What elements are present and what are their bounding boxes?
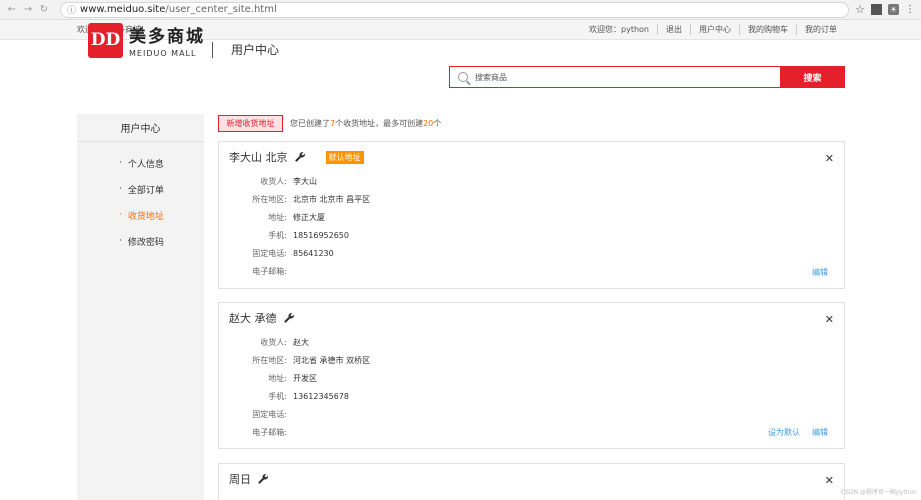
mobile-value: 18516952650 bbox=[293, 230, 349, 240]
search-icon bbox=[458, 72, 468, 82]
address-value: 修正大厦 bbox=[293, 212, 325, 222]
close-icon[interactable]: ✕ bbox=[825, 152, 834, 165]
region-value: 北京市 北京市 昌平区 bbox=[293, 194, 371, 204]
region-value: 河北省 承德市 双桥区 bbox=[293, 355, 371, 365]
sidebar-item-profile[interactable]: · 个人信息 bbox=[77, 150, 204, 176]
address-card: 李大山 北京 默认地址 ✕ 收货人: 李大山 所在地区: 北京市 北京市 昌平区 地… bbox=[218, 141, 845, 289]
address-bar[interactable]: ⓘ www.meiduo.site/user_center_site.html bbox=[60, 1, 850, 18]
sidebar-item-orders[interactable]: · 全部订单 bbox=[77, 176, 204, 202]
url-host: www.meiduo.site bbox=[80, 4, 166, 15]
search-button[interactable]: 搜索 bbox=[780, 66, 845, 88]
sidebar-item-label: 全部订单 bbox=[127, 185, 164, 196]
wrench-icon[interactable] bbox=[257, 473, 269, 485]
logo-english-name: MEIDUO MALL bbox=[129, 49, 197, 58]
address-title: 李大山 北京 bbox=[229, 151, 288, 164]
logo-mark: DD bbox=[88, 22, 123, 58]
info-icon[interactable]: ⓘ bbox=[67, 3, 76, 16]
bookmark-star-icon[interactable]: ☆ bbox=[855, 3, 865, 16]
extension-icon[interactable]: ☀ bbox=[888, 4, 899, 15]
address-max: 20 bbox=[423, 119, 434, 128]
search-box bbox=[449, 66, 781, 88]
url-path: /user_center_site.html bbox=[165, 4, 277, 15]
site-logo[interactable]: DD 美多商城 MEIDUO MALL bbox=[88, 22, 205, 58]
address-title: 周日 bbox=[229, 473, 251, 486]
browser-toolbar: ← → ↻ ⓘ www.meiduo.site/user_center_site… bbox=[0, 0, 921, 20]
sidebar-item-label: 收货地址 bbox=[127, 211, 164, 222]
tel-value: 85641230 bbox=[293, 248, 334, 258]
watermark: CSDN @程序员一碗python bbox=[840, 489, 917, 496]
set-default-link[interactable]: 设为默认 bbox=[768, 427, 800, 438]
topbar-links: 欢迎您：python 退出 用户中心 我的购物车 我的订单 bbox=[581, 24, 845, 35]
forward-arrow-icon[interactable]: → bbox=[22, 4, 34, 16]
receiver-value: 李大山 bbox=[293, 176, 317, 186]
wrench-icon[interactable] bbox=[283, 312, 295, 324]
edit-link[interactable]: 编辑 bbox=[812, 427, 828, 438]
address-count-info: 您已创建了7个收货地址，最多可创建20个 bbox=[290, 119, 442, 128]
page-title: 用户中心 bbox=[231, 43, 280, 57]
receiver-value: 赵大 bbox=[293, 337, 309, 347]
sidebar-item-password[interactable]: · 修改密码 bbox=[77, 228, 204, 254]
default-address-badge: 默认地址 bbox=[325, 150, 364, 164]
mobile-value: 13612345678 bbox=[293, 391, 349, 401]
close-icon[interactable]: ✕ bbox=[825, 474, 834, 487]
search-input[interactable] bbox=[475, 72, 755, 82]
address-card: 周日 ✕ bbox=[218, 463, 845, 500]
back-arrow-icon[interactable]: ← bbox=[6, 4, 18, 16]
sidebar-item-address[interactable]: · 收货地址 bbox=[77, 202, 204, 228]
address-card: 赵大 承德 ✕ 收货人: 赵大 所在地区: 河北省 承德市 双桥区 地址: 开发区 手… bbox=[218, 302, 845, 449]
address-title: 赵大 承德 bbox=[229, 312, 277, 325]
sidebar-item-label: 修改密码 bbox=[127, 237, 164, 248]
reload-icon[interactable]: ↻ bbox=[38, 4, 50, 16]
user-center-link[interactable]: 用户中心 bbox=[690, 24, 739, 35]
sidebar-title: 用户中心 bbox=[77, 114, 204, 142]
menu-dots-icon[interactable]: ⋮ bbox=[905, 4, 915, 15]
sidebar: 用户中心 · 个人信息 · 全部订单 · 收货地址 · 修改密码 bbox=[77, 114, 204, 500]
wrench-icon[interactable] bbox=[294, 151, 306, 163]
cart-link[interactable]: 我的购物车 bbox=[739, 24, 796, 35]
close-icon[interactable]: ✕ bbox=[825, 313, 834, 326]
logout-link[interactable]: 退出 bbox=[657, 24, 690, 35]
user-greeting: 欢迎您：python bbox=[589, 25, 649, 34]
logo-chinese-name: 美多商城 bbox=[129, 27, 205, 47]
orders-link[interactable]: 我的订单 bbox=[796, 24, 845, 35]
address-value: 开发区 bbox=[293, 373, 317, 383]
edit-link[interactable]: 编辑 bbox=[812, 267, 828, 278]
qr-extension-icon[interactable] bbox=[871, 4, 882, 15]
header-divider bbox=[212, 42, 213, 58]
add-address-button[interactable]: 新增收货地址 bbox=[218, 115, 283, 132]
sidebar-item-label: 个人信息 bbox=[127, 159, 164, 170]
